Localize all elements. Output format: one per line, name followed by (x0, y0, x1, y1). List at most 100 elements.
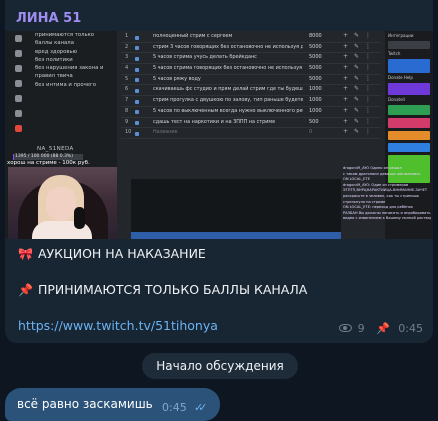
row-text: сдашь тест на наркотики и на ЗППП на стр… (153, 118, 276, 125)
row-text: 5 часов ряжу воду (153, 75, 201, 82)
read-checks-icon: ✓✓ (194, 401, 208, 414)
copy-icon (15, 50, 22, 57)
row-color-icon (135, 35, 139, 40)
chart-icon (15, 80, 22, 87)
row-number: 8 (125, 107, 129, 114)
row-points: 5000 (309, 54, 322, 61)
sidebar-icons (15, 35, 25, 140)
row-text: Название (153, 129, 178, 136)
table-row[interactable]: 3 5 часов стрима учусь делать брейкданс 50… (121, 53, 381, 65)
integration-block (388, 143, 430, 152)
pin-icon: 📌 (376, 322, 390, 335)
row-controls-icon: +✎⋮ (343, 85, 378, 93)
rule-item: без интима и прочего (35, 81, 96, 88)
row-points: 0 (309, 129, 313, 136)
discussion-start-label: Начало обсуждения (142, 353, 298, 379)
row-text: стрим 3 часов говорящих без остановочно … (153, 43, 303, 50)
row-controls-icon: +✎⋮ (343, 42, 378, 50)
reply-bubble[interactable]: всё равно заскамишь 0:45 ✓✓ (5, 388, 220, 421)
row-controls-icon: +✎⋮ (343, 117, 378, 125)
row-points: 5000 (309, 65, 322, 72)
row-controls-icon: +✎⋮ (343, 74, 378, 82)
streamer-tag: NA_51NEDA (37, 146, 74, 152)
row-controls-icon: +✎⋮ (343, 64, 378, 72)
rule-item: без нарушения закона и (35, 65, 104, 72)
table-row[interactable]: 4 5 часов стрима говорящих без остановочн… (121, 64, 381, 75)
reply-text: всё равно заскамишь (17, 397, 153, 411)
gift-icon (15, 95, 22, 102)
rule-item: принимаются только (35, 32, 95, 38)
integration-block (388, 83, 430, 95)
row-points: 5000 (309, 43, 322, 50)
row-points: 8000 (309, 33, 322, 39)
post-time: 0:45 (398, 322, 423, 335)
streamer-face (46, 187, 76, 221)
row-points: 1000 (309, 107, 322, 114)
integration-block (388, 105, 430, 115)
auction-table: 1 полноценный стрим с сергеем 8000 +✎⋮ 2 стри… (121, 32, 381, 139)
preview-toolbar (131, 232, 341, 239)
stream-screenshot[interactable]: принимаются только баллы канала вред здоро… (5, 31, 433, 239)
table-row[interactable]: 2 стрим 3 часов говорящих без остановочно… (121, 43, 381, 54)
chat-line: раскрасьте в человек, как ты стрипишь (343, 193, 420, 198)
post-meta: 9 📌 0:45 (339, 322, 423, 335)
row-controls-icon: +✎⋮ (343, 96, 378, 104)
table-row[interactable]: 10 Название 0 +✎⋮ (121, 128, 381, 139)
rule-item: вред здоровью (35, 48, 78, 55)
microphone (74, 207, 85, 229)
integration-block (388, 41, 430, 49)
row-points: 500 (309, 118, 319, 125)
integration-block (388, 131, 430, 140)
ribbon-icon: 🎀 (18, 247, 33, 261)
row-controls-icon: +✎⋮ (343, 106, 378, 114)
table-row[interactable]: 7 стрим прогулка с двушкою по залову, тип… (121, 96, 381, 107)
chat-line: видео с извинением к Вашему полной раств… (343, 216, 431, 221)
row-number: 2 (125, 43, 129, 50)
row-color-icon (135, 78, 139, 83)
rule-item: правил твича (35, 73, 73, 80)
post-line-points: 📌 ПРИНИМАЮТСЯ ТОЛЬКО БАЛЛЫ КАНАЛА (18, 282, 307, 297)
row-color-icon (135, 131, 139, 136)
table-row[interactable]: 1 полноценный стрим с сергеем 8000 +✎⋮ (121, 32, 381, 43)
table-row[interactable]: 5 5 часов ряжу воду 5000 +✎⋮ (121, 75, 381, 86)
donatell-label: Donatell (388, 97, 405, 102)
home-icon (15, 35, 22, 42)
stream-sidebar: принимаются только баллы канала вред здоро… (5, 31, 117, 239)
row-number: 4 (125, 65, 129, 72)
row-number: 5 (125, 75, 129, 82)
post-author[interactable]: ЛИНА 51 (16, 11, 81, 26)
row-text: полноценный стрим с сергеем (153, 33, 233, 39)
integrations-label: Интеграции (388, 33, 414, 38)
row-number: 3 (125, 54, 129, 61)
row-color-icon (135, 99, 139, 104)
rules-list: принимаются только баллы канала вред здоро… (35, 31, 115, 89)
row-color-icon (135, 121, 139, 125)
list-icon (15, 65, 22, 72)
integration-block (388, 59, 430, 73)
post-line-auction: 🎀 АУКЦИОН НА НАКАЗАНИЕ (18, 246, 206, 261)
table-row[interactable]: 6 скачиваешь фс студио и прям делай стрим… (121, 85, 381, 97)
row-controls-icon: +✎⋮ (343, 32, 378, 39)
twitch-label: Twitch (388, 51, 401, 56)
integration-block (388, 118, 430, 128)
row-points: 1000 (309, 86, 322, 93)
play-icon (15, 125, 22, 132)
row-text: 5 часов стрима говорящих без остановочно… (153, 65, 303, 72)
row-number: 6 (125, 86, 129, 93)
settings-icon (15, 110, 22, 117)
channel-post: ЛИНА 51 принимаются только баллы канала вр… (5, 0, 433, 343)
views-icon (339, 324, 353, 332)
row-number: 1 (125, 33, 129, 39)
row-controls-icon: +✎⋮ (343, 53, 378, 61)
rule-item: без политики (35, 56, 73, 63)
twitch-link[interactable]: https://www.twitch.tv/51tihonya (18, 318, 218, 333)
row-text: стрим прогулка с двушкою по залову, тип … (153, 97, 303, 104)
stream-caption: хорош на стриме - 100к руб. (5, 160, 117, 166)
row-number: 9 (125, 118, 129, 125)
row-color-icon (135, 46, 139, 51)
table-row[interactable]: 8 5 часов по выключенным всегда нужно вык… (121, 107, 381, 118)
row-points: 5000 (309, 75, 322, 82)
table-row[interactable]: 9 сдашь тест на наркотики и на ЗППП на ст… (121, 118, 381, 129)
row-number: 7 (125, 97, 129, 104)
row-text: 5 часов по выключенным всегда нужно выкл… (153, 107, 303, 114)
